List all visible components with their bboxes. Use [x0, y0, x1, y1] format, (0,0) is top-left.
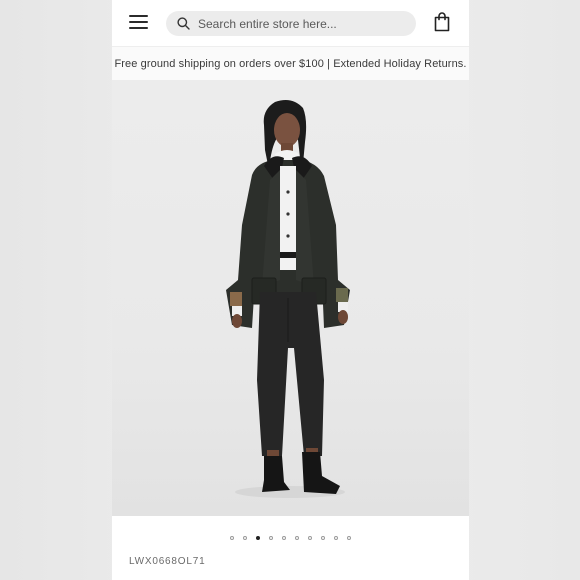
product-image[interactable] — [112, 80, 469, 516]
shopping-bag-icon[interactable] — [434, 12, 450, 32]
gallery-dot[interactable] — [282, 536, 286, 540]
mobile-store-page: Free ground shipping on orders over $100… — [112, 0, 469, 580]
gallery-dot[interactable] — [230, 536, 234, 540]
search-bar[interactable] — [166, 11, 416, 36]
site-header — [112, 0, 469, 46]
gallery-dot[interactable] — [308, 536, 312, 540]
product-sku: LWX0668OL71 — [129, 556, 206, 567]
search-input[interactable] — [198, 16, 408, 31]
promo-text: Free ground shipping on orders over $100… — [114, 58, 467, 70]
gallery-dot-active[interactable] — [256, 536, 260, 540]
gallery-pager — [112, 533, 469, 543]
gallery-dot[interactable] — [347, 536, 351, 540]
model-figure — [226, 100, 350, 498]
search-icon — [177, 17, 190, 30]
hamburger-menu-icon[interactable] — [129, 13, 149, 31]
page-backdrop: Free ground shipping on orders over $100… — [0, 0, 580, 580]
gallery-dot[interactable] — [295, 536, 299, 540]
gallery-dot[interactable] — [321, 536, 325, 540]
gallery-dot[interactable] — [243, 536, 247, 540]
promo-banner: Free ground shipping on orders over $100… — [112, 46, 469, 81]
gallery-dot[interactable] — [269, 536, 273, 540]
gallery-dot[interactable] — [334, 536, 338, 540]
